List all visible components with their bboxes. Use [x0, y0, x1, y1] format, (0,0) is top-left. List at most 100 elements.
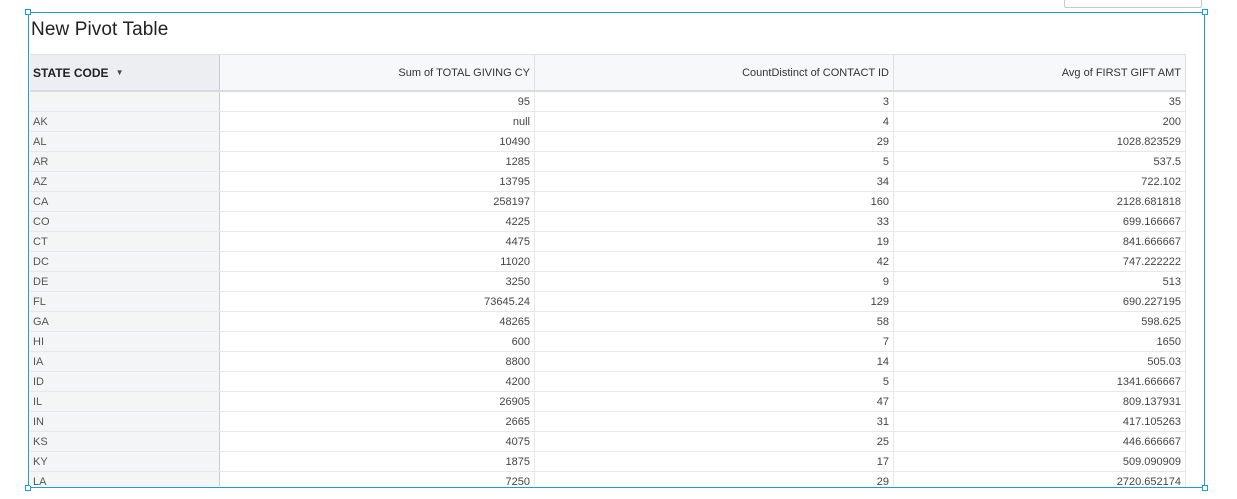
row-avg-cell[interactable]: 1028.823529 [894, 132, 1186, 151]
row-state-cell[interactable]: CT [30, 232, 220, 251]
resize-handle-top-right[interactable] [1202, 9, 1208, 15]
row-avg-cell[interactable]: 446.666667 [894, 432, 1186, 451]
row-count-cell[interactable]: 29 [535, 472, 894, 486]
row-avg-cell[interactable]: 699.166667 [894, 212, 1186, 231]
row-count-cell[interactable]: 19 [535, 232, 894, 251]
table-row: GA 48265 58 598.625 [30, 312, 1186, 332]
row-sum-cell[interactable]: 4200 [220, 372, 535, 391]
row-count-cell[interactable]: 29 [535, 132, 894, 151]
row-sum-cell[interactable]: 11020 [220, 252, 535, 271]
row-state-cell[interactable]: DE [30, 272, 220, 291]
row-avg-cell[interactable]: 841.666667 [894, 232, 1186, 251]
column-header-sum-total-giving[interactable]: Sum of TOTAL GIVING CY [220, 55, 535, 90]
row-count-cell[interactable]: 129 [535, 292, 894, 311]
row-sum-cell[interactable]: 258197 [220, 192, 535, 211]
row-avg-cell[interactable]: 417.105263 [894, 412, 1186, 431]
row-sum-cell[interactable]: 1875 [220, 452, 535, 471]
row-avg-cell[interactable]: 509.090909 [894, 452, 1186, 471]
row-state-cell[interactable]: DC [30, 252, 220, 271]
row-avg-cell[interactable]: 2720.652174 [894, 472, 1186, 486]
row-count-cell[interactable]: 5 [535, 372, 894, 391]
row-state-cell[interactable]: KY [30, 452, 220, 471]
row-count-cell[interactable]: 3 [535, 92, 894, 111]
row-avg-cell[interactable]: 809.137931 [894, 392, 1186, 411]
table-row: CT 4475 19 841.666667 [30, 232, 1186, 252]
row-sum-cell[interactable]: 48265 [220, 312, 535, 331]
row-state-cell[interactable]: IL [30, 392, 220, 411]
row-avg-cell[interactable]: 537.5 [894, 152, 1186, 171]
row-avg-cell[interactable]: 1650 [894, 332, 1186, 351]
row-count-cell[interactable]: 34 [535, 172, 894, 191]
row-count-cell[interactable]: 42 [535, 252, 894, 271]
row-count-cell[interactable]: 160 [535, 192, 894, 211]
sum-header-label: Sum of TOTAL GIVING CY [398, 66, 530, 79]
row-sum-cell[interactable]: 4075 [220, 432, 535, 451]
table-row: AK null 4 200 [30, 112, 1186, 132]
row-state-cell[interactable] [30, 92, 220, 111]
row-state-cell[interactable]: HI [30, 332, 220, 351]
row-state-cell[interactable]: AK [30, 112, 220, 131]
row-avg-cell[interactable]: 513 [894, 272, 1186, 291]
row-sum-cell[interactable]: 4225 [220, 212, 535, 231]
row-state-cell[interactable]: ID [30, 372, 220, 391]
row-count-cell[interactable]: 9 [535, 272, 894, 291]
row-sum-cell[interactable]: 1285 [220, 152, 535, 171]
row-count-cell[interactable]: 25 [535, 432, 894, 451]
row-avg-cell[interactable]: 690.227195 [894, 292, 1186, 311]
pivot-title: New Pivot Table [31, 19, 169, 40]
row-sum-cell[interactable]: 10490 [220, 132, 535, 151]
row-sum-cell[interactable]: 73645.24 [220, 292, 535, 311]
row-sum-cell[interactable]: 3250 [220, 272, 535, 291]
row-count-cell[interactable]: 31 [535, 412, 894, 431]
row-state-cell[interactable]: GA [30, 312, 220, 331]
row-avg-cell[interactable]: 598.625 [894, 312, 1186, 331]
row-count-cell[interactable]: 5 [535, 152, 894, 171]
column-header-countdistinct-contact[interactable]: CountDistinct of CONTACT ID [535, 55, 894, 90]
row-state-cell[interactable]: CO [30, 212, 220, 231]
pivot-grid: STATE CODE ▼ Sum of TOTAL GIVING CY Coun… [30, 54, 1186, 486]
table-row: IA 8800 14 505.03 [30, 352, 1186, 372]
row-sum-cell[interactable]: 7250 [220, 472, 535, 486]
row-count-cell[interactable]: 14 [535, 352, 894, 371]
row-sum-cell[interactable]: 600 [220, 332, 535, 351]
chevron-down-icon[interactable]: ▼ [116, 68, 124, 77]
row-state-cell[interactable]: KS [30, 432, 220, 451]
table-row: DC 11020 42 747.222222 [30, 252, 1186, 272]
row-avg-cell[interactable]: 2128.681818 [894, 192, 1186, 211]
row-count-cell[interactable]: 47 [535, 392, 894, 411]
row-count-cell[interactable]: 7 [535, 332, 894, 351]
row-sum-cell[interactable]: 2665 [220, 412, 535, 431]
row-avg-cell[interactable]: 747.222222 [894, 252, 1186, 271]
row-state-cell[interactable]: FL [30, 292, 220, 311]
column-header-avg-first-gift[interactable]: Avg of FIRST GIFT AMT [894, 55, 1186, 90]
row-state-cell[interactable]: IA [30, 352, 220, 371]
row-count-cell[interactable]: 33 [535, 212, 894, 231]
table-row: LA 7250 29 2720.652174 [30, 472, 1186, 486]
row-sum-cell[interactable]: 8800 [220, 352, 535, 371]
resize-handle-top-left[interactable] [25, 9, 31, 15]
row-sum-cell[interactable]: null [220, 112, 535, 131]
row-avg-cell[interactable]: 200 [894, 112, 1186, 131]
row-sum-cell[interactable]: 95 [220, 92, 535, 111]
column-header-state-code[interactable]: STATE CODE ▼ [30, 55, 220, 90]
row-sum-cell[interactable]: 13795 [220, 172, 535, 191]
row-sum-cell[interactable]: 26905 [220, 392, 535, 411]
row-state-cell[interactable]: AR [30, 152, 220, 171]
row-avg-cell[interactable]: 1341.666667 [894, 372, 1186, 391]
row-state-cell[interactable]: CA [30, 192, 220, 211]
table-row: ID 4200 5 1341.666667 [30, 372, 1186, 392]
row-sum-cell[interactable]: 4475 [220, 232, 535, 251]
resize-handle-bottom-right[interactable] [1202, 485, 1208, 491]
row-state-cell[interactable]: LA [30, 472, 220, 486]
row-count-cell[interactable]: 17 [535, 452, 894, 471]
row-state-cell[interactable]: AZ [30, 172, 220, 191]
row-avg-cell[interactable]: 505.03 [894, 352, 1186, 371]
row-avg-cell[interactable]: 35 [894, 92, 1186, 111]
row-count-cell[interactable]: 4 [535, 112, 894, 131]
table-row: KS 4075 25 446.666667 [30, 432, 1186, 452]
row-state-cell[interactable]: IN [30, 412, 220, 431]
toolbar-control[interactable] [1064, 0, 1202, 8]
row-state-cell[interactable]: AL [30, 132, 220, 151]
row-avg-cell[interactable]: 722.102 [894, 172, 1186, 191]
row-count-cell[interactable]: 58 [535, 312, 894, 331]
